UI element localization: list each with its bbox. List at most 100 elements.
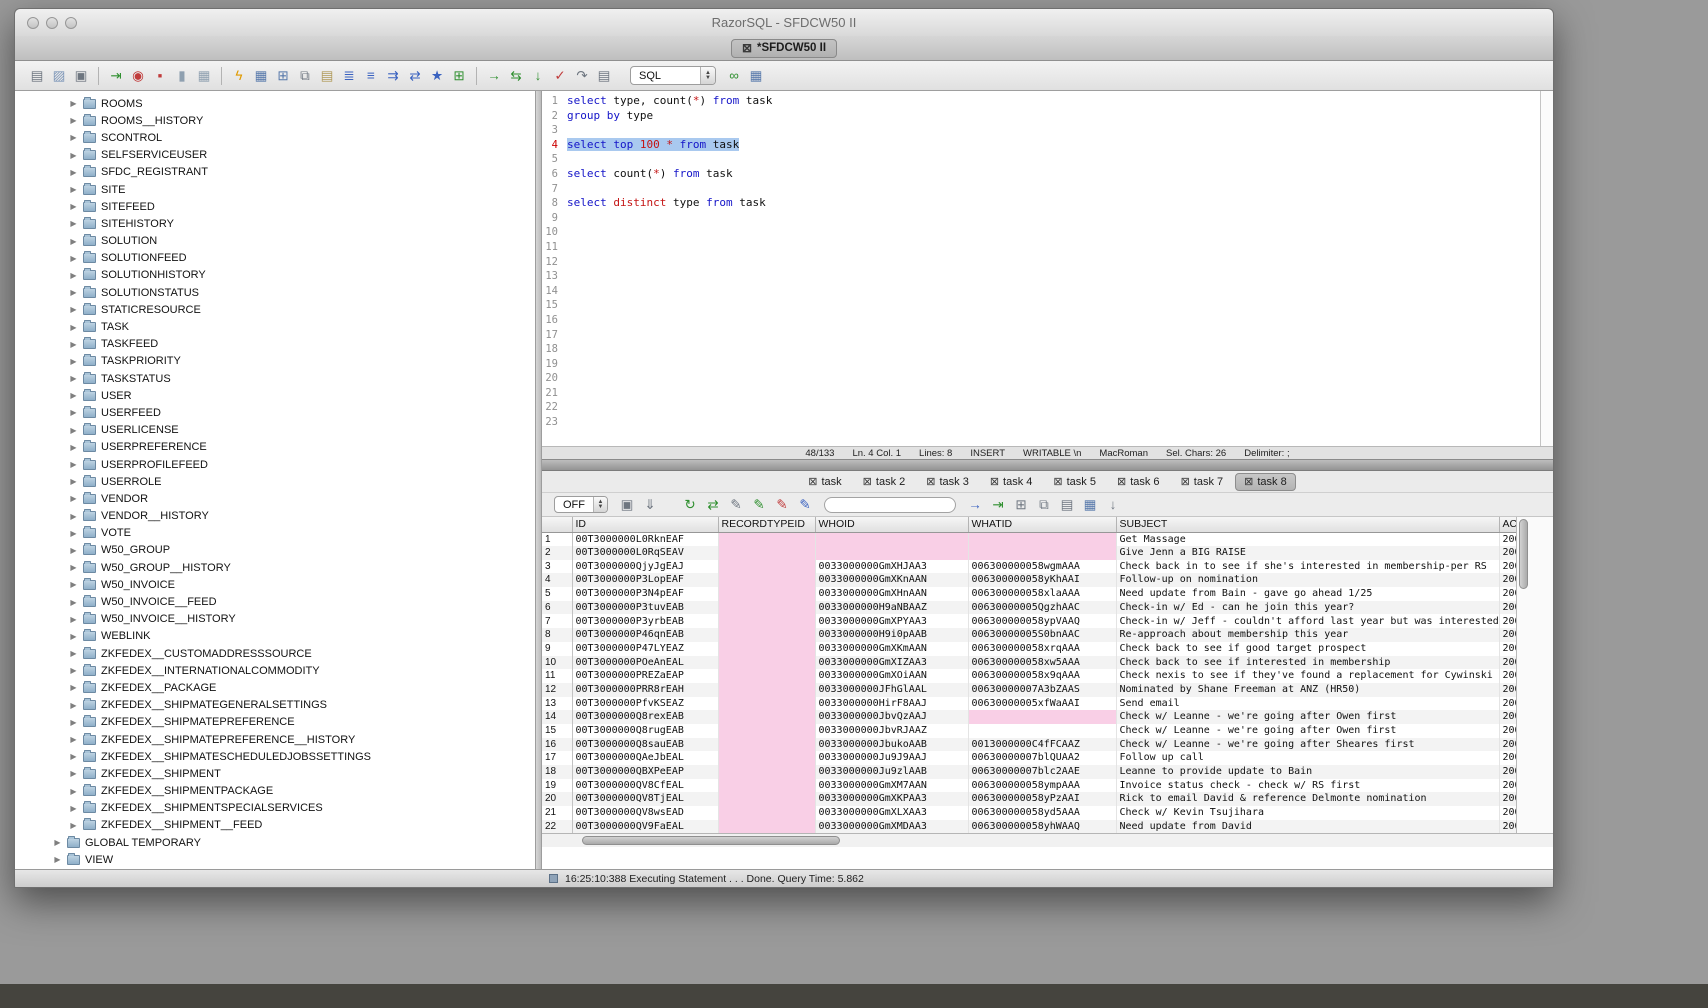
recordtypeid-cell[interactable] — [718, 642, 815, 656]
disclosure-triangle-icon[interactable]: ▶ — [69, 563, 78, 572]
subject-cell[interactable]: Check w/ Leanne - we're going after Owen… — [1116, 724, 1499, 738]
result-tab-task-4[interactable]: ⊠task 4 — [981, 473, 1042, 491]
vscrollbar-thumb[interactable] — [1519, 519, 1528, 589]
activitydate-cell[interactable]: 200 — [1499, 532, 1517, 546]
save-icon[interactable]: ▣ — [71, 66, 91, 86]
activitydate-cell[interactable]: 200 — [1499, 697, 1517, 711]
table-row[interactable]: 700T3000000P3yrbEAB0033000000GmXPYAA3006… — [542, 614, 1517, 628]
disclosure-triangle-icon[interactable]: ▶ — [69, 787, 78, 796]
tree-item-rooms-history[interactable]: ▶ROOMS__HISTORY — [15, 112, 535, 129]
export-table-icon[interactable]: ⊞ — [273, 66, 293, 86]
tree-item-vote[interactable]: ▶VOTE — [15, 525, 535, 542]
whoid-cell[interactable]: 0033000000JbvRJAAZ — [815, 724, 968, 738]
disclosure-triangle-icon[interactable]: ▶ — [69, 580, 78, 589]
subject-cell[interactable]: Check back in to see if she's interested… — [1116, 560, 1499, 574]
subject-cell[interactable]: Re-approach about membership this year — [1116, 628, 1499, 642]
row-number-cell[interactable]: 9 — [542, 642, 572, 656]
result-tab-task-6[interactable]: ⊠task 6 — [1108, 473, 1169, 491]
whoid-cell[interactable]: 0033000000GmXHJAA3 — [815, 560, 968, 574]
export-results-icon[interactable]: ⇓ — [640, 495, 660, 515]
row-number-cell[interactable]: 17 — [542, 751, 572, 765]
database-tables-icon[interactable]: ▦ — [194, 66, 214, 86]
subject-cell[interactable]: Check-in w/ Ed - can he join this year? — [1116, 601, 1499, 615]
id-cell[interactable]: 00T3000000Q8rugEAB — [572, 724, 718, 738]
tree-item-zkfedex-shipmentspecialservices[interactable]: ▶ZKFEDEX__SHIPMENTSPECIALSERVICES — [15, 800, 535, 817]
row-number-cell[interactable]: 4 — [542, 573, 572, 587]
table-row[interactable]: 600T3000000P3tuvEAB0033000000H9aNBAAZ006… — [542, 601, 1517, 615]
activitydate-cell[interactable]: 200 — [1499, 601, 1517, 615]
recordtypeid-cell[interactable] — [718, 724, 815, 738]
activitydate-cell[interactable]: 200 — [1499, 779, 1517, 793]
bulk-edit-icon[interactable]: ✎ — [795, 495, 815, 515]
code-line[interactable] — [567, 240, 1540, 255]
connection-marker-icon[interactable]: ◉ — [128, 66, 148, 86]
activitydate-cell[interactable]: 200 — [1499, 806, 1517, 820]
history-icon[interactable]: ▤ — [594, 66, 614, 86]
row-number-cell[interactable]: 18 — [542, 765, 572, 779]
disclosure-triangle-icon[interactable]: ▶ — [69, 477, 78, 486]
disclosure-triangle-icon[interactable]: ▶ — [69, 151, 78, 160]
activitydate-cell[interactable]: 200 — [1499, 669, 1517, 683]
disclosure-triangle-icon[interactable]: ▶ — [69, 804, 78, 813]
activitydate-cell[interactable]: 200 — [1499, 710, 1517, 724]
results-search-input[interactable] — [824, 497, 956, 513]
id-cell[interactable]: 00T3000000P3LopEAF — [572, 573, 718, 587]
copy-icon[interactable]: ⧉ — [295, 66, 315, 86]
editor-code[interactable]: select type, count(*) from taskgroup by … — [562, 91, 1540, 446]
tree-item-zkfedex-internationalcommodity[interactable]: ▶ZKFEDEX__INTERNATIONALCOMMODITY — [15, 662, 535, 679]
open-file-icon[interactable]: ▨ — [49, 66, 69, 86]
table-row[interactable]: 300T3000000QjyJgEAJ0033000000GmXHJAA3006… — [542, 560, 1517, 574]
table-row[interactable]: 1900T3000000QV8CfEAL0033000000GmXM7AAN00… — [542, 779, 1517, 793]
id-cell[interactable]: 00T3000000QV8TjEAL — [572, 792, 718, 806]
close-result-tab-icon[interactable]: ⊠ — [1244, 476, 1253, 488]
row-number-cell[interactable]: 8 — [542, 628, 572, 642]
tree-item-zkfedex-shipment-feed[interactable]: ▶ZKFEDEX__SHIPMENT__FEED — [15, 817, 535, 834]
sql-mode-select[interactable]: SQL ▲▼ — [630, 66, 716, 85]
code-line[interactable] — [567, 415, 1540, 430]
table-row[interactable]: 400T3000000P3LopEAF0033000000GmXKnAAN006… — [542, 573, 1517, 587]
whatid-cell[interactable]: 00630000005S0bnAAC — [968, 628, 1116, 642]
code-line[interactable] — [567, 123, 1540, 138]
whoid-cell[interactable] — [815, 532, 968, 546]
sort-down-icon[interactable]: ↓ — [1103, 495, 1123, 515]
tree-item-staticresource[interactable]: ▶STATICRESOURCE — [15, 301, 535, 318]
activitydate-cell[interactable]: 200 — [1499, 724, 1517, 738]
subject-cell[interactable]: Send email — [1116, 697, 1499, 711]
row-number-cell[interactable]: 19 — [542, 779, 572, 793]
code-line[interactable] — [567, 298, 1540, 313]
disclosure-triangle-icon[interactable]: ▶ — [69, 821, 78, 830]
disclosure-triangle-icon[interactable]: ▶ — [69, 494, 78, 503]
recordtypeid-cell[interactable] — [718, 697, 815, 711]
tree-item-scontrol[interactable]: ▶SCONTROL — [15, 129, 535, 146]
recordtypeid-cell[interactable] — [718, 532, 815, 546]
rollback-icon[interactable]: ↷ — [572, 66, 592, 86]
result-tab-task-8[interactable]: ⊠task 8 — [1235, 473, 1296, 491]
activitydate-cell[interactable]: 200 — [1499, 573, 1517, 587]
id-cell[interactable]: 00T3000000QV9FaEAL — [572, 820, 718, 833]
disclosure-triangle-icon[interactable]: ▶ — [69, 512, 78, 521]
id-cell[interactable]: 00T3000000PfvKSEAZ — [572, 697, 718, 711]
row-number-cell[interactable]: 22 — [542, 820, 572, 833]
whatid-cell[interactable]: 006300000058xlaAAA — [968, 587, 1116, 601]
whatid-cell[interactable]: 00630000005xfWaAAI — [968, 697, 1116, 711]
disclosure-triangle-icon[interactable]: ▶ — [69, 357, 78, 366]
recordtypeid-cell[interactable] — [718, 683, 815, 697]
tree-item-zkfedex-shipmentpackage[interactable]: ▶ZKFEDEX__SHIPMENTPACKAGE — [15, 783, 535, 800]
disclosure-triangle-icon[interactable]: ▶ — [69, 408, 78, 417]
tree-item-vendor-history[interactable]: ▶VENDOR__HISTORY — [15, 508, 535, 525]
id-cell[interactable]: 00T3000000L0RknEAF — [572, 532, 718, 546]
activitydate-cell[interactable]: 200 — [1499, 642, 1517, 656]
disclosure-triangle-icon[interactable]: ▶ — [69, 426, 78, 435]
whoid-cell[interactable]: 0033000000H9aNBAAZ — [815, 601, 968, 615]
table-row[interactable]: 100T3000000L0RknEAFGet Massage200 — [542, 532, 1517, 546]
code-line[interactable]: select top 100 * from task — [567, 138, 1540, 153]
subject-cell[interactable]: Leanne to provide update to Bain — [1116, 765, 1499, 779]
disclosure-triangle-icon[interactable]: ▶ — [69, 288, 78, 297]
whoid-cell[interactable]: 0033000000GmXKmAAN — [815, 642, 968, 656]
grid-chart-icon[interactable]: ▦ — [1080, 495, 1100, 515]
id-cell[interactable]: 00T3000000QV8wsEAD — [572, 806, 718, 820]
code-line[interactable] — [567, 182, 1540, 197]
whatid-cell[interactable]: 00630000007A3bZAAS — [968, 683, 1116, 697]
tree-item-vendor[interactable]: ▶VENDOR — [15, 490, 535, 507]
disclosure-triangle-icon[interactable]: ▶ — [69, 340, 78, 349]
